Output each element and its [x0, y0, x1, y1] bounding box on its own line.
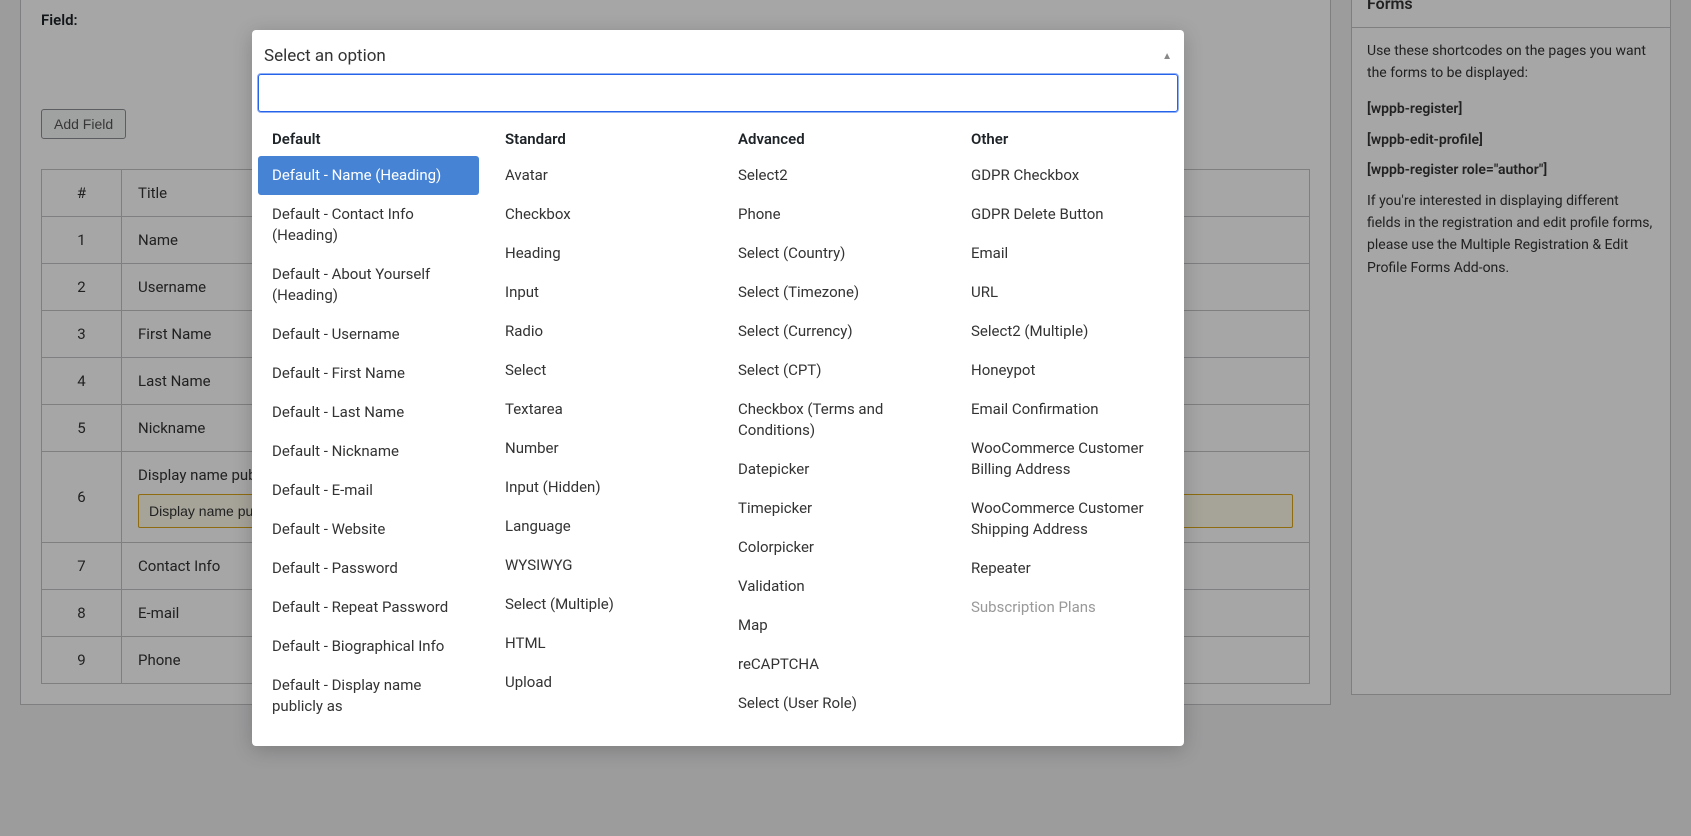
select-option[interactable]: Subscription Plans — [957, 588, 1178, 627]
select-option[interactable]: Datepicker — [724, 450, 945, 489]
select-group-other: OtherGDPR CheckboxGDPR Delete ButtonEmai… — [951, 122, 1184, 726]
field-select-dropdown: Select an option ▲ DefaultDefault - Name… — [252, 30, 1184, 746]
select-option[interactable]: Select (Multiple) — [491, 585, 712, 624]
select-option[interactable]: Default - Name (Heading) — [258, 156, 479, 195]
select-placeholder: Select an option — [264, 46, 386, 66]
select-option[interactable]: Email — [957, 234, 1178, 273]
select-group-label: Default — [258, 122, 479, 156]
chevron-up-icon: ▲ — [1162, 51, 1172, 62]
select-group-label: Advanced — [724, 122, 945, 156]
select-option[interactable]: Select (User Role) — [724, 684, 945, 723]
select-option[interactable]: Default - Username — [258, 315, 479, 354]
select-option[interactable]: Timepicker — [724, 489, 945, 528]
select-option[interactable]: WooCommerce Customer Shipping Address — [957, 489, 1178, 549]
select-group-standard: StandardAvatarCheckboxHeadingInputRadioS… — [485, 122, 718, 726]
select-option[interactable]: Default - Display name publicly as — [258, 666, 479, 726]
select-option[interactable]: Phone — [724, 195, 945, 234]
select-option[interactable]: HTML — [491, 624, 712, 663]
select-option[interactable]: URL — [957, 273, 1178, 312]
select-option[interactable]: Select (Timezone) — [724, 273, 945, 312]
select-option[interactable]: Upload — [491, 663, 712, 702]
select-option[interactable]: WooCommerce Customer Billing Address — [957, 429, 1178, 489]
select-option[interactable]: Default - Last Name — [258, 393, 479, 432]
select-option[interactable]: WYSIWYG — [491, 546, 712, 585]
select-option[interactable]: Email Confirmation — [957, 390, 1178, 429]
select-group-advanced: AdvancedSelect2PhoneSelect (Country)Sele… — [718, 122, 951, 726]
select-option[interactable]: Default - Password — [258, 549, 479, 588]
select-option[interactable]: Checkbox — [491, 195, 712, 234]
select-option[interactable]: Avatar — [491, 156, 712, 195]
select-option[interactable]: Default - Contact Info (Heading) — [258, 195, 479, 255]
select-option[interactable]: GDPR Checkbox — [957, 156, 1178, 195]
select-option[interactable]: Default - E-mail — [258, 471, 479, 510]
select-option[interactable]: Select (CPT) — [724, 351, 945, 390]
select-group-label: Standard — [491, 122, 712, 156]
select-option[interactable]: Heading — [491, 234, 712, 273]
select-option[interactable]: Select2 (Multiple) — [957, 312, 1178, 351]
select-option[interactable]: Select2 — [724, 156, 945, 195]
select-option[interactable]: Textarea — [491, 390, 712, 429]
select-option[interactable]: Default - First Name — [258, 354, 479, 393]
select-header[interactable]: Select an option ▲ — [252, 30, 1184, 74]
select-option[interactable]: Default - Biographical Info — [258, 627, 479, 666]
select-group-default: DefaultDefault - Name (Heading)Default -… — [252, 122, 485, 726]
select-option[interactable]: Repeater — [957, 549, 1178, 588]
select-option[interactable]: Select — [491, 351, 712, 390]
select-option[interactable]: Default - Nickname — [258, 432, 479, 471]
select-option[interactable]: Default - Website — [258, 510, 479, 549]
select-option[interactable]: Default - Repeat Password — [258, 588, 479, 627]
select-option[interactable]: Validation — [724, 567, 945, 606]
select-option[interactable]: Select (Currency) — [724, 312, 945, 351]
select-option[interactable]: Number — [491, 429, 712, 468]
select-option[interactable]: Language — [491, 507, 712, 546]
select-search-input[interactable] — [258, 74, 1178, 112]
select-option[interactable]: Radio — [491, 312, 712, 351]
select-option[interactable]: Checkbox (Terms and Conditions) — [724, 390, 945, 450]
select-option[interactable]: Select (Country) — [724, 234, 945, 273]
select-option[interactable]: Map — [724, 606, 945, 645]
select-option[interactable]: Input — [491, 273, 712, 312]
select-option[interactable]: Colorpicker — [724, 528, 945, 567]
select-option[interactable]: Honeypot — [957, 351, 1178, 390]
select-option[interactable]: GDPR Delete Button — [957, 195, 1178, 234]
select-group-label: Other — [957, 122, 1178, 156]
select-option[interactable]: Input (Hidden) — [491, 468, 712, 507]
select-option[interactable]: Default - About Yourself (Heading) — [258, 255, 479, 315]
select-option[interactable]: reCAPTCHA — [724, 645, 945, 684]
